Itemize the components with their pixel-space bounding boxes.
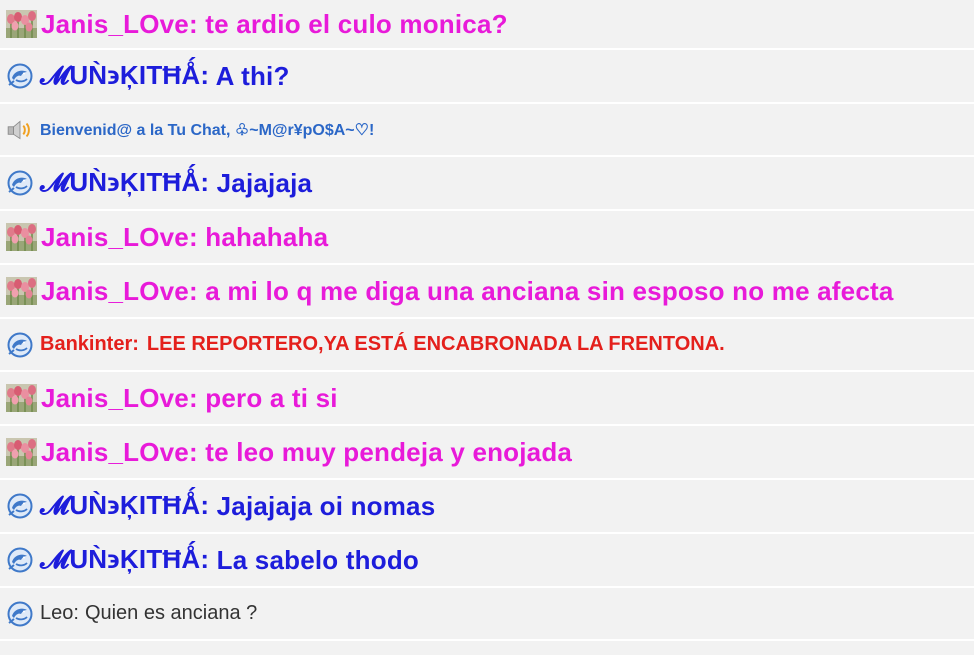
tulips-avatar-icon[interactable] — [6, 10, 37, 38]
tulips-avatar-icon[interactable] — [6, 223, 37, 251]
dolphin-avatar-icon[interactable] — [6, 601, 34, 627]
chat-message: Janis_LOve: te ardio el culo monica? — [0, 0, 974, 50]
dolphin-avatar-icon[interactable] — [6, 493, 34, 519]
dolphin-avatar-icon[interactable] — [6, 547, 34, 573]
chat-message: 𝓜UǸ϶ĶITĦǺ: Jajajaja oi nomas — [0, 480, 974, 534]
chat-message: Janis_LOve: hahahaha — [0, 211, 974, 265]
dolphin-avatar-icon[interactable] — [6, 63, 34, 89]
system-message-text: Bienvenid@ a la Tu Chat, ♧~M@r¥pO$A~♡! — [40, 121, 375, 139]
message-text: pero a ti si — [197, 382, 338, 413]
speaker-icon — [6, 117, 34, 143]
message-username[interactable]: 𝓜UǸ϶ĶITĦǺ: — [40, 544, 209, 576]
chat-log: Janis_LOve: te ardio el culo monica? 𝓜UǸ… — [0, 0, 974, 655]
dolphin-avatar-icon[interactable] — [6, 170, 34, 196]
message-username[interactable]: Leo: — [40, 602, 79, 625]
message-text: hahahaha — [197, 221, 329, 252]
message-username[interactable]: Janis_LOve: — [41, 383, 198, 414]
chat-message: 𝓜UǸ϶ĶITĦǺ: A thi? — [0, 50, 974, 104]
message-username[interactable]: Janis_LOve: — [41, 222, 198, 253]
message-text: a mi lo q me diga una anciana sin esposo… — [197, 275, 894, 306]
chat-message: 𝓜UǸ϶ĶITĦǺ: La sabelo thodo — [0, 534, 974, 588]
message-username[interactable]: 𝓜UǸ϶ĶITĦǺ: — [40, 167, 209, 199]
chat-message: Leo: Quien es anciana ? — [0, 588, 974, 641]
message-username[interactable]: Janis_LOve: — [41, 437, 198, 468]
dolphin-avatar-icon[interactable] — [6, 332, 34, 358]
message-username[interactable]: 𝓜UǸ϶ĶITĦǺ: — [40, 490, 209, 522]
chat-message: 𝓜UǸ϶ĶITĦǺ: Jajajaja — [0, 157, 974, 211]
message-text: te leo muy pendeja y enojada — [197, 436, 573, 467]
message-text: Jajajaja — [209, 167, 313, 198]
message-username[interactable]: Bankinter: — [40, 333, 139, 356]
message-username[interactable]: 𝓜UǸ϶ĶITĦǺ: — [40, 60, 209, 92]
message-text: LEE REPORTERO,YA ESTÁ ENCABRONADA LA FRE… — [146, 333, 725, 355]
message-text: La sabelo thodo — [209, 544, 419, 575]
message-username[interactable]: Janis_LOve: — [41, 276, 198, 307]
chat-message: Janis_LOve: a mi lo q me diga una ancian… — [0, 265, 974, 319]
chat-message: Bankinter: LEE REPORTERO,YA ESTÁ ENCABRO… — [0, 319, 974, 372]
tulips-avatar-icon[interactable] — [6, 277, 37, 305]
chat-message: Janis_LOve: te leo muy pendeja y enojada — [0, 426, 974, 480]
system-message: Bienvenid@ a la Tu Chat, ♧~M@r¥pO$A~♡! — [0, 104, 974, 157]
message-text: Quien es anciana ? — [84, 602, 258, 624]
tulips-avatar-icon[interactable] — [6, 384, 37, 412]
message-text: Jajajaja oi nomas — [209, 490, 436, 521]
message-text: A thi? — [209, 60, 290, 91]
tulips-avatar-icon[interactable] — [6, 438, 37, 466]
message-text: te ardio el culo monica? — [197, 8, 508, 39]
chat-message: Janis_LOve: pero a ti si — [0, 372, 974, 426]
message-username[interactable]: Janis_LOve: — [41, 9, 198, 40]
